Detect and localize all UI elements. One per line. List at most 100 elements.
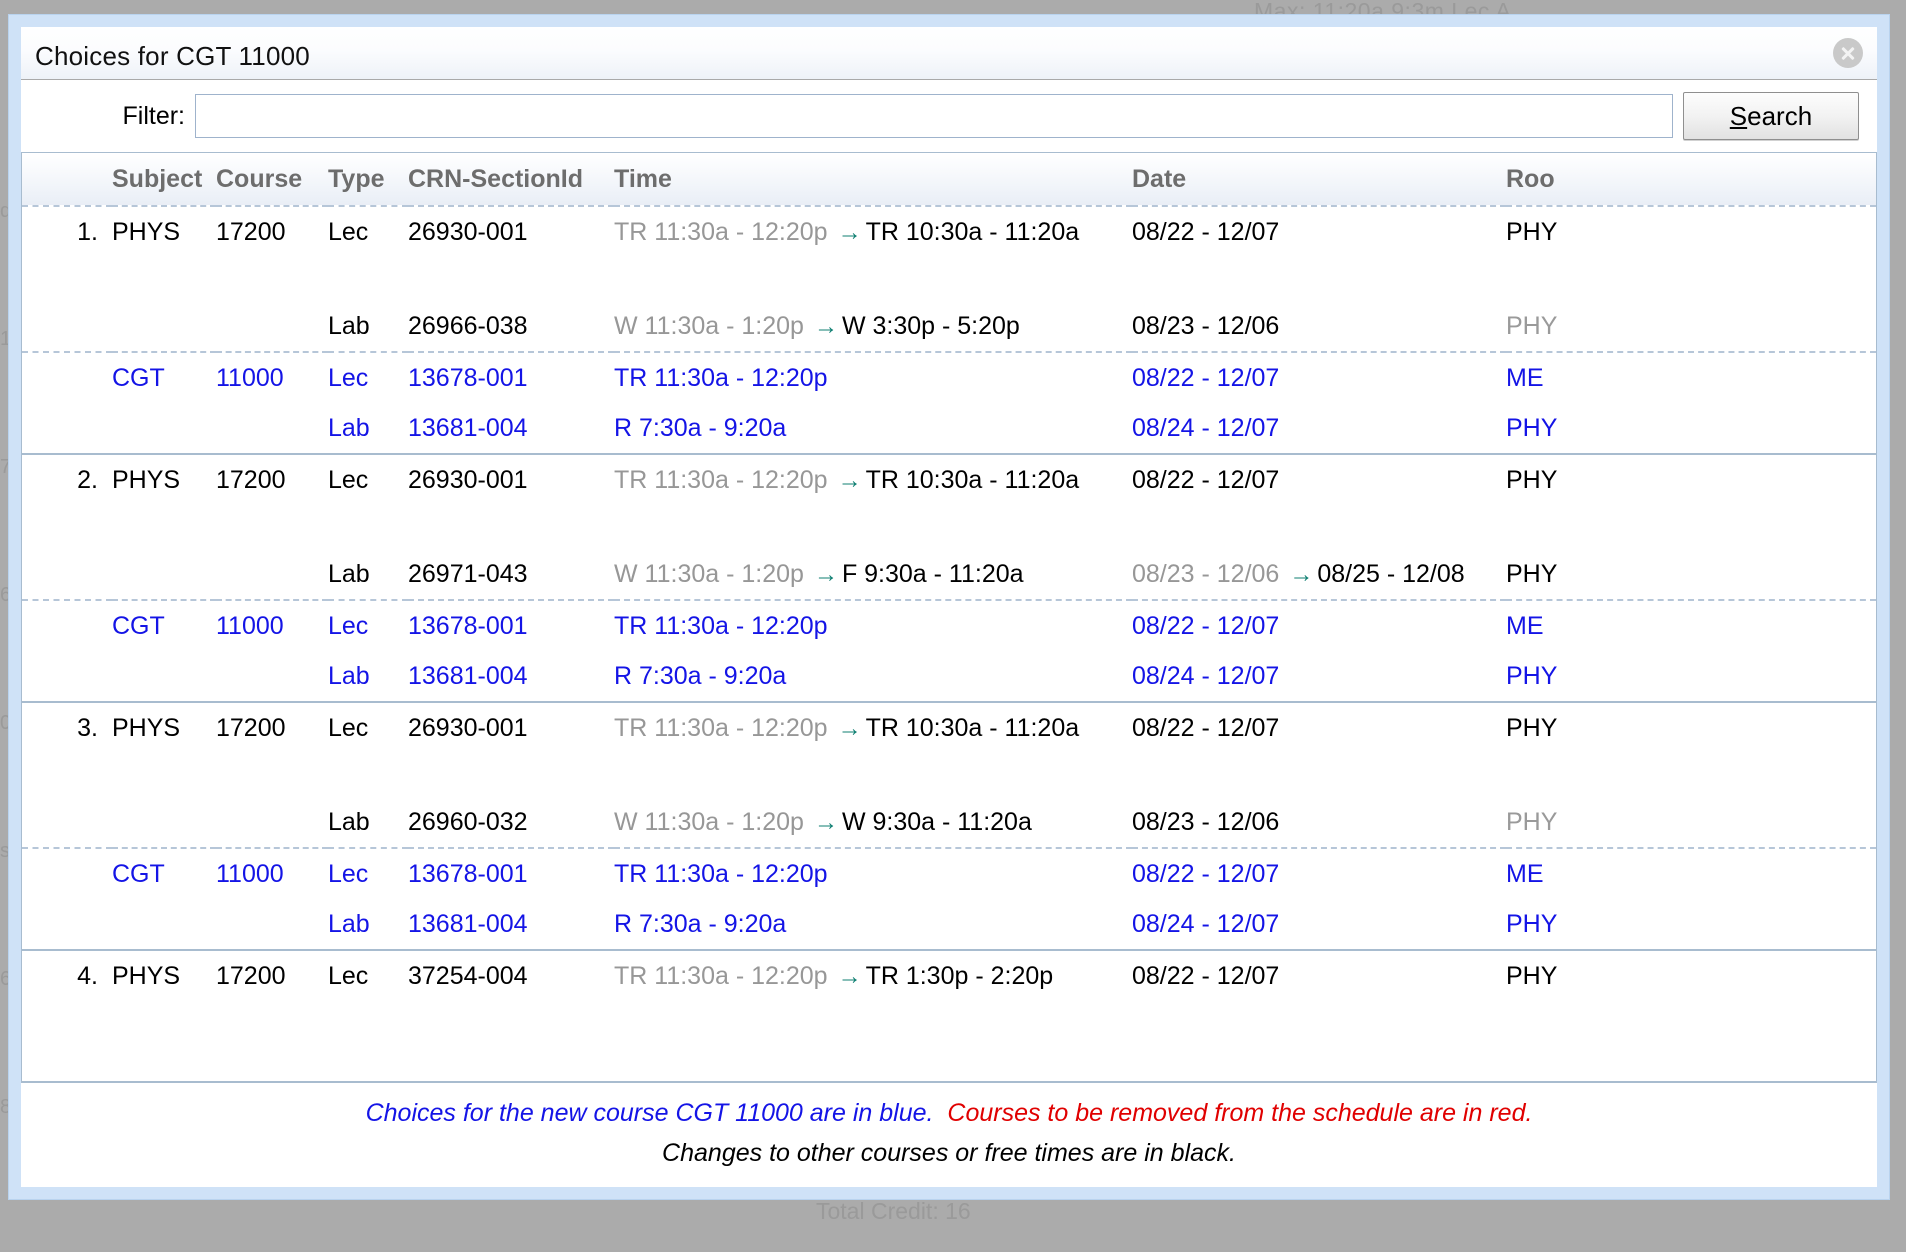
cell-subject: PHYS xyxy=(112,961,181,990)
filter-input[interactable] xyxy=(195,94,1673,138)
cell-subject xyxy=(112,549,216,600)
row-index: 4. xyxy=(77,961,98,990)
cell-time: R 7:30a - 9:20a xyxy=(614,403,1132,455)
table-row[interactable]: Lab 13681-004 R 7:30a - 9:20a 08/24 - 12/07… xyxy=(22,651,1876,703)
change-arrow-icon: → xyxy=(837,466,862,494)
dialog-titlebar: Choices for CGT 11000 xyxy=(21,27,1877,80)
cell-course xyxy=(216,549,328,600)
cell-type: Lec xyxy=(328,713,369,742)
cell-time: TR 11:30a - 12:20p → TR 10:30a - 11:20a xyxy=(614,454,1132,505)
cell-type: Lec xyxy=(328,599,408,651)
cell-time-old: TR 11:30a - 12:20p xyxy=(614,465,828,494)
row-index xyxy=(22,797,112,848)
cell-course xyxy=(216,651,328,703)
table-row[interactable]: 1. PHYS 17200 Lec 26930-001 TR 11:30a - 12:20… xyxy=(22,206,1876,257)
cell-room: PHY xyxy=(1506,311,1558,340)
cell-type: Lab xyxy=(328,651,408,703)
cell-course xyxy=(216,797,328,848)
cell-time: TR 11:30a - 12:20p xyxy=(614,847,1132,899)
search-rest: earch xyxy=(1747,100,1813,131)
cell-crn: 13678-001 xyxy=(408,351,614,403)
row-index: 3. xyxy=(77,713,98,742)
cell-room: PHY xyxy=(1506,651,1876,703)
cell-time-old: W 11:30a - 1:20p xyxy=(614,807,804,836)
cell-time-new: TR 11:30a - 12:20p xyxy=(614,363,828,392)
choices-table-container[interactable]: Subject Course Type CRN-SectionId Time D… xyxy=(21,152,1877,1081)
cell-crn: 26930-001 xyxy=(408,217,528,246)
table-row-spacer xyxy=(22,257,1876,301)
cell-crn: 13681-004 xyxy=(408,651,614,703)
cell-subject xyxy=(112,651,216,703)
change-arrow-icon: → xyxy=(837,962,862,990)
cell-room: PHY xyxy=(1506,807,1558,836)
cell-date-new: 08/22 - 12/07 xyxy=(1132,859,1280,888)
cell-time-new: TR 11:30a - 12:20p xyxy=(614,859,828,888)
cell-subject xyxy=(112,797,216,848)
cell-subject: CGT xyxy=(112,599,216,651)
table-row[interactable]: 3. PHYS 17200 Lec 26930-001 TR 11:30a - 12:20… xyxy=(22,702,1876,753)
cell-subject: PHYS xyxy=(112,713,181,742)
dialog-body: Choices for CGT 11000 Filter: Search Sub… xyxy=(21,27,1877,1187)
cell-date: 08/22 - 12/07 xyxy=(1132,950,1506,1001)
col-type: Type xyxy=(328,153,408,207)
cell-date: 08/23 - 12/06 xyxy=(1132,797,1506,848)
cell-course: 17200 xyxy=(216,217,286,246)
dialog-title: Choices for CGT 11000 xyxy=(35,41,310,71)
table-head: Subject Course Type CRN-SectionId Time D… xyxy=(22,153,1876,207)
spacer-cell xyxy=(22,505,1876,549)
search-button[interactable]: Search xyxy=(1683,92,1859,140)
cell-subject: CGT xyxy=(112,847,216,899)
cell-time: TR 11:30a - 12:20p → TR 10:30a - 11:20a xyxy=(614,206,1132,257)
cell-course: 17200 xyxy=(216,961,286,990)
choices-dialog: Choices for CGT 11000 Filter: Search Sub… xyxy=(8,14,1890,1200)
cell-crn: 26960-032 xyxy=(408,807,528,836)
cell-time: TR 11:30a - 12:20p → TR 10:30a - 11:20a xyxy=(614,702,1132,753)
cell-date-new: 08/22 - 12/07 xyxy=(1132,465,1280,494)
table-row[interactable]: Lab 13681-004 R 7:30a - 9:20a 08/24 - 12/07… xyxy=(22,899,1876,951)
cell-time-old: TR 11:30a - 12:20p xyxy=(614,217,828,246)
cell-room: PHY xyxy=(1506,403,1876,455)
change-arrow-icon: → xyxy=(837,714,862,742)
cell-date-new: 08/23 - 12/06 xyxy=(1132,311,1280,340)
cell-crn: 26966-038 xyxy=(408,311,528,340)
cell-time-old: TR 11:30a - 12:20p xyxy=(614,713,828,742)
filter-bar: Filter: Search xyxy=(21,80,1877,152)
cell-time-new: R 7:30a - 9:20a xyxy=(614,661,787,690)
cell-date-new: 08/22 - 12/07 xyxy=(1132,611,1280,640)
cell-time-new: W 3:30p - 5:20p xyxy=(841,311,1020,340)
table-row[interactable]: Lab 26971-043 W 11:30a - 1:20p → F 9:30a - 1… xyxy=(22,549,1876,600)
table-row[interactable]: Lab 26966-038 W 11:30a - 1:20p → W 3:30p - 5… xyxy=(22,301,1876,352)
legend: Choices for the new course CGT 11000 are… xyxy=(21,1081,1877,1187)
row-index: 2. xyxy=(77,465,98,494)
legend-blue-text: Choices for the new course CGT 11000 are… xyxy=(365,1099,934,1127)
cell-date-old: 08/23 - 12/06 xyxy=(1132,559,1280,588)
table-row[interactable]: 4. PHYS 17200 Lec 37254-004 TR 11:30a - 12:20… xyxy=(22,950,1876,1001)
table-row[interactable]: 2. PHYS 17200 Lec 26930-001 TR 11:30a - 12:20… xyxy=(22,454,1876,505)
table-row[interactable]: CGT 11000 Lec 13678-001 TR 11:30a - 12:20p 08… xyxy=(22,847,1876,899)
cell-time-new: R 7:30a - 9:20a xyxy=(614,413,787,442)
cell-crn: 26930-001 xyxy=(408,465,528,494)
close-circle-icon[interactable] xyxy=(1833,38,1863,68)
cell-room: PHY xyxy=(1506,465,1558,494)
table-row[interactable]: CGT 11000 Lec 13678-001 TR 11:30a - 12:20p 08… xyxy=(22,599,1876,651)
cell-subject xyxy=(112,899,216,951)
cell-time-new: TR 10:30a - 11:20a xyxy=(865,465,1080,494)
cell-room: ME xyxy=(1506,847,1876,899)
table-row[interactable]: CGT 11000 Lec 13678-001 TR 11:30a - 12:20p 08… xyxy=(22,351,1876,403)
cell-room: ME xyxy=(1506,599,1876,651)
cell-time: TR 11:30a - 12:20p xyxy=(614,599,1132,651)
row-index xyxy=(22,549,112,600)
cell-date: 08/23 - 12/06 → 08/25 - 12/08 xyxy=(1132,549,1506,600)
cell-date: 08/24 - 12/07 xyxy=(1132,899,1506,951)
cell-room: PHY xyxy=(1506,217,1558,246)
cell-crn: 26930-001 xyxy=(408,713,528,742)
cell-time: W 11:30a - 1:20p → W 9:30a - 11:20a xyxy=(614,797,1132,848)
cell-date: 08/24 - 12/07 xyxy=(1132,403,1506,455)
cell-type: Lec xyxy=(328,217,369,246)
cell-time-new: TR 11:30a - 12:20p xyxy=(614,611,828,640)
table-row[interactable]: Lab 26960-032 W 11:30a - 1:20p → W 9:30a - 1… xyxy=(22,797,1876,848)
search-accel: S xyxy=(1729,100,1748,131)
table-row[interactable]: Lab 13681-004 R 7:30a - 9:20a 08/24 - 12/07… xyxy=(22,403,1876,455)
cell-subject: PHYS xyxy=(112,217,181,246)
col-crn: CRN-SectionId xyxy=(408,153,614,207)
